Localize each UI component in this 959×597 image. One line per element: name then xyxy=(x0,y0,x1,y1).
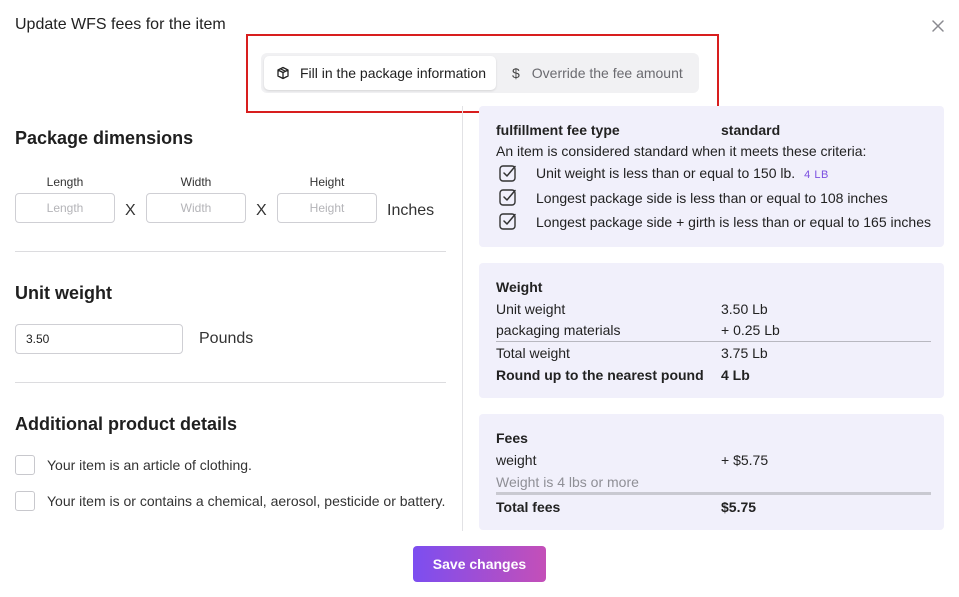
total-fees-value: $5.75 xyxy=(721,499,757,515)
fee-row-label: weight xyxy=(496,452,537,468)
package-icon xyxy=(276,66,290,80)
criterion-text: Longest package side + girth is less tha… xyxy=(536,214,931,230)
weight-card: Weight Unit weight 3.50 Lb packaging mat… xyxy=(479,263,944,398)
clothing-checkbox-row[interactable]: Your item is an article of clothing. xyxy=(15,455,252,475)
criterion-text: Longest package side is less than or equ… xyxy=(536,190,888,206)
fee-type-value: standard xyxy=(721,122,781,138)
section-divider xyxy=(15,251,446,252)
tab-label: Fill in the package information xyxy=(300,65,486,81)
length-label: Length xyxy=(46,175,84,189)
total-fees-label: Total fees xyxy=(496,499,561,515)
column-divider xyxy=(462,106,463,531)
width-input[interactable]: Width xyxy=(146,193,246,223)
weight-row-value: 3.75 Lb xyxy=(721,345,768,361)
dialog-title: Update WFS fees for the item xyxy=(15,16,226,33)
weight-unit: Pounds xyxy=(199,330,254,347)
weight-row-label: Round up to the nearest pound xyxy=(496,367,704,383)
length-input[interactable]: Length xyxy=(15,193,115,223)
hazmat-checkbox-label: Your item is or contains a chemical, aer… xyxy=(47,493,446,509)
fees-card: Fees weight + $5.75 Weight is 4 lbs or m… xyxy=(479,414,944,530)
section-title-package-dimensions: Package dimensions xyxy=(15,128,194,148)
clothing-checkbox-label: Your item is an article of clothing. xyxy=(47,457,252,473)
fees-card-title: Fees xyxy=(496,430,528,446)
fees-card-divider xyxy=(496,492,931,495)
weight-card-title: Weight xyxy=(496,279,543,295)
dimension-separator: X xyxy=(256,202,267,219)
hazmat-checkbox-row[interactable]: Your item is or contains a chemical, aer… xyxy=(15,491,445,511)
weight-row-value: 4 Lb xyxy=(721,367,750,383)
close-icon[interactable] xyxy=(930,18,946,34)
tab-label: Override the fee amount xyxy=(531,65,683,81)
section-title-additional-details: Additional product details xyxy=(15,414,238,434)
clothing-checkbox[interactable] xyxy=(15,455,35,475)
weight-row-label: Unit weight xyxy=(496,301,566,317)
save-button[interactable]: Save changes xyxy=(413,546,546,582)
weight-row-label: Total weight xyxy=(496,345,570,361)
section-divider xyxy=(15,382,446,383)
dimension-separator: X xyxy=(125,202,136,219)
height-label: Height xyxy=(309,175,345,189)
weight-badge: 4 LB xyxy=(804,169,829,181)
fee-row-note: Weight is 4 lbs or more xyxy=(496,474,639,490)
weight-row-value: 3.50 Lb xyxy=(721,301,768,317)
fee-row-value: + $5.75 xyxy=(721,452,769,468)
criterion-text: Unit weight is less than or equal to 150… xyxy=(536,165,796,181)
checkbox-checked-icon xyxy=(498,211,518,231)
section-title-unit-weight: Unit weight xyxy=(15,283,112,303)
weight-row-value: + 0.25 Lb xyxy=(721,322,780,338)
fee-type-description: An item is considered standard when it m… xyxy=(496,143,867,159)
dollar-icon: $ xyxy=(512,65,520,81)
hazmat-checkbox[interactable] xyxy=(15,491,35,511)
width-label: Width xyxy=(180,175,212,189)
unit-weight-input[interactable]: 3.50 xyxy=(15,324,183,354)
criterion-item: Unit weight is less than or equal to 150… xyxy=(536,165,829,181)
weight-card-divider xyxy=(496,341,931,342)
height-input[interactable]: Height xyxy=(277,193,377,223)
checkbox-checked-icon xyxy=(498,187,518,207)
fee-type-label: fulfillment fee type xyxy=(496,122,620,138)
dimension-unit: Inches xyxy=(387,202,435,219)
tab-fill-package-info[interactable]: Fill in the package information xyxy=(264,56,496,90)
tab-override-fee[interactable]: $ Override the fee amount xyxy=(496,56,696,90)
checkbox-checked-icon xyxy=(498,163,518,183)
mode-toggle: Fill in the package information $ Overri… xyxy=(261,53,699,93)
weight-row-label: packaging materials xyxy=(496,322,621,338)
fee-type-card: fulfillment fee type standard An item is… xyxy=(479,106,944,247)
